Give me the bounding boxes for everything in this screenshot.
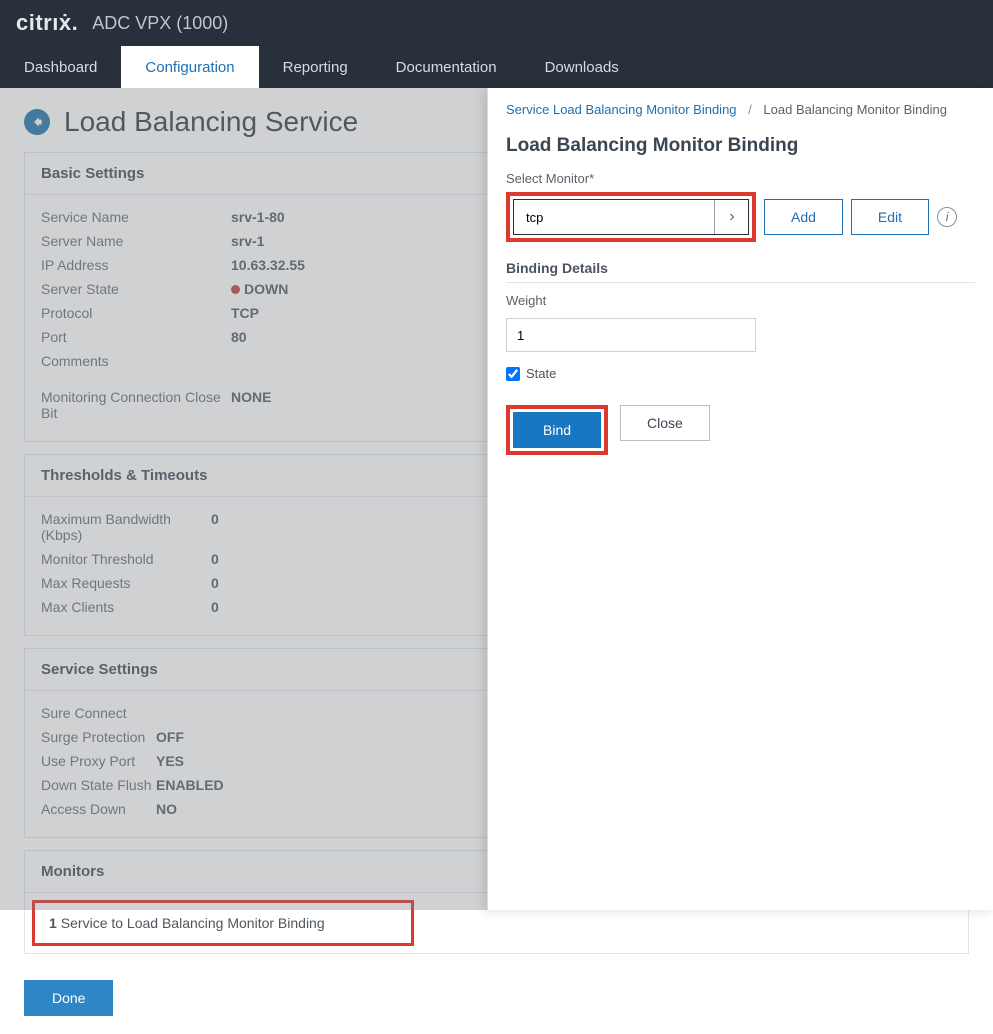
panel-title: Load Balancing Monitor Binding	[506, 135, 975, 157]
tab-documentation[interactable]: Documentation	[372, 46, 521, 88]
close-button[interactable]: Close	[620, 405, 710, 441]
monitor-link-text: Service to Load Balancing Monitor Bindin…	[61, 915, 325, 931]
label-server-name: Server Name	[41, 233, 231, 249]
value-port: 80	[231, 329, 247, 345]
value-service-name: srv-1-80	[231, 209, 285, 225]
breadcrumb: Service Load Balancing Monitor Binding /…	[506, 102, 975, 117]
breadcrumb-sep: /	[748, 102, 752, 117]
binding-panel: Service Load Balancing Monitor Binding /…	[487, 88, 993, 910]
binding-details-head: Binding Details	[506, 260, 975, 283]
value-bw: 0	[211, 511, 219, 543]
value-server-name: srv-1	[231, 233, 264, 249]
monitor-binding-link[interactable]: 1Service to Load Balancing Monitor Bindi…	[33, 901, 413, 945]
label-mccb: Monitoring Connection Close Bit	[41, 389, 231, 421]
label-mc: Max Clients	[41, 599, 211, 615]
tab-downloads[interactable]: Downloads	[521, 46, 643, 88]
label-state: Server State	[41, 281, 231, 297]
info-icon[interactable]: i	[937, 207, 957, 227]
label-port: Port	[41, 329, 231, 345]
value-proxy: YES	[156, 753, 184, 769]
back-icon[interactable]	[24, 109, 50, 135]
product-name: ADC VPX (1000)	[92, 13, 228, 34]
breadcrumb-parent[interactable]: Service Load Balancing Monitor Binding	[506, 102, 737, 117]
label-proto: Protocol	[41, 305, 231, 321]
highlight-bind-button: Bind	[506, 405, 608, 455]
add-button[interactable]: Add	[764, 199, 843, 235]
label-service-name: Service Name	[41, 209, 231, 225]
value-mccb: NONE	[231, 389, 271, 421]
value-state: DOWN	[231, 281, 288, 297]
main-tabs: Dashboard Configuration Reporting Docume…	[0, 46, 993, 88]
label-surge: Surge Protection	[41, 729, 156, 745]
label-comments: Comments	[41, 353, 231, 369]
value-surge: OFF	[156, 729, 184, 745]
value-ad: NO	[156, 801, 177, 817]
done-button[interactable]: Done	[24, 980, 113, 1016]
weight-input[interactable]	[506, 318, 756, 352]
chevron-right-icon[interactable]	[714, 200, 748, 234]
label-bw: Maximum Bandwidth (Kbps)	[41, 511, 211, 543]
value-ip: 10.63.32.55	[231, 257, 305, 273]
bind-button[interactable]: Bind	[513, 412, 601, 448]
topbar: citrıẋ. ADC VPX (1000)	[0, 0, 993, 46]
edit-button[interactable]: Edit	[851, 199, 929, 235]
value-mr: 0	[211, 575, 219, 591]
select-monitor-input[interactable]	[514, 200, 714, 234]
value-mc: 0	[211, 599, 219, 615]
tab-reporting[interactable]: Reporting	[259, 46, 372, 88]
state-dot-icon	[231, 285, 240, 294]
breadcrumb-current: Load Balancing Monitor Binding	[763, 102, 947, 117]
label-proxy: Use Proxy Port	[41, 753, 156, 769]
label-sure: Sure Connect	[41, 705, 156, 721]
label-weight: Weight	[506, 293, 975, 308]
value-dsf: ENABLED	[156, 777, 224, 793]
select-monitor[interactable]	[513, 199, 749, 235]
label-dsf: Down State Flush	[41, 777, 156, 793]
state-checkbox[interactable]	[506, 367, 520, 381]
value-proto: TCP	[231, 305, 259, 321]
value-mt: 0	[211, 551, 219, 567]
state-label: State	[526, 366, 556, 381]
label-ad: Access Down	[41, 801, 156, 817]
highlight-select-monitor	[506, 192, 756, 242]
brand-logo: citrıẋ.	[16, 10, 78, 36]
label-mr: Max Requests	[41, 575, 211, 591]
tab-configuration[interactable]: Configuration	[121, 46, 258, 88]
page-title: Load Balancing Service	[64, 106, 358, 138]
label-ip: IP Address	[41, 257, 231, 273]
tab-dashboard[interactable]: Dashboard	[0, 46, 121, 88]
monitor-count: 1	[49, 915, 57, 931]
label-mt: Monitor Threshold	[41, 551, 211, 567]
state-text: DOWN	[244, 281, 288, 297]
label-select-monitor: Select Monitor*	[506, 171, 975, 186]
state-checkbox-row[interactable]: State	[506, 366, 975, 381]
